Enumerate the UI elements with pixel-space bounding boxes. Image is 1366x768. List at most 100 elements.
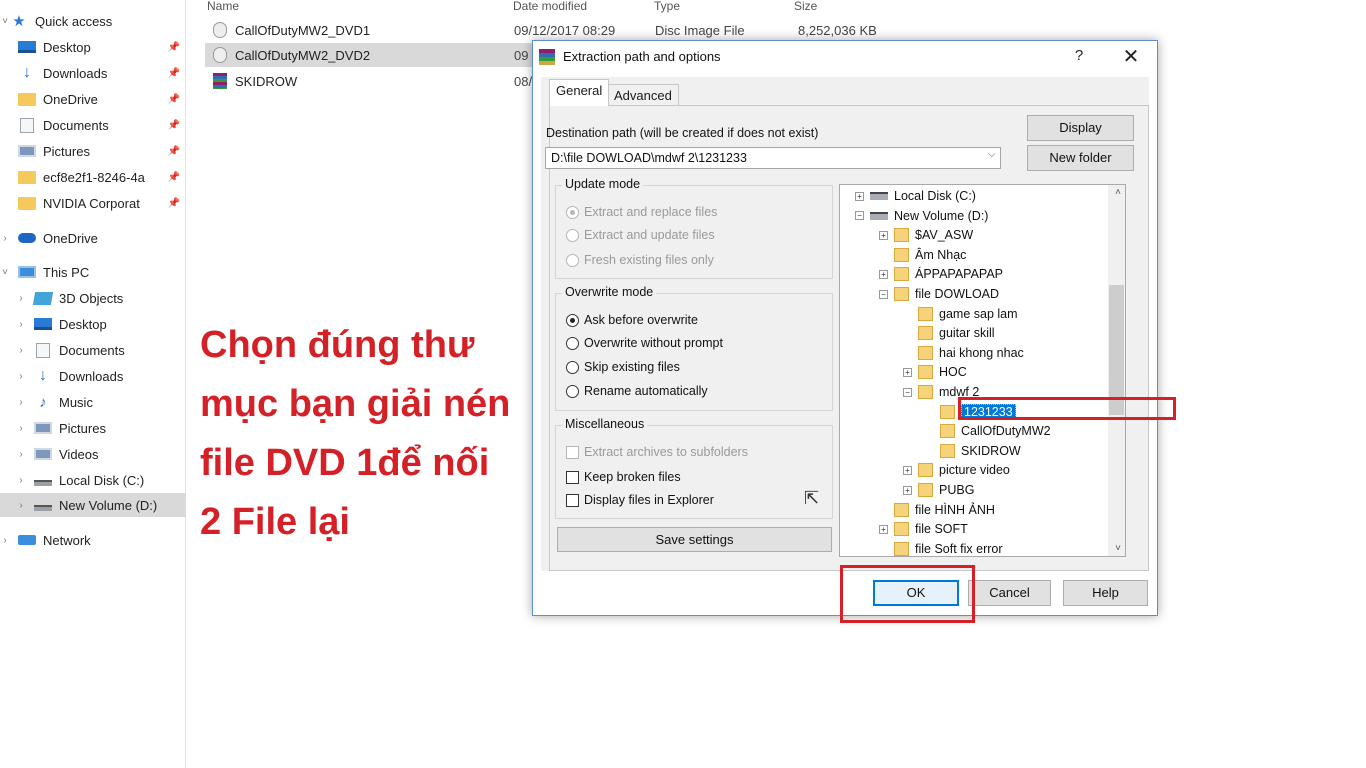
tree-node[interactable]: − file DOWLOAD [879, 285, 999, 303]
checkbox-keep-broken-files[interactable]: Keep broken files [566, 467, 681, 487]
chevron-right-icon[interactable]: › [16, 500, 26, 511]
folder-tree[interactable]: + Local Disk (C:) − New Volume (D:) + $AV_ASW… [839, 184, 1126, 557]
tree-node[interactable]: + PUBG [903, 481, 974, 499]
radio-button[interactable] [566, 384, 579, 398]
nav-item-new-volume-d[interactable]: › New Volume (D:) [0, 493, 186, 517]
help-icon[interactable]: ? [1069, 47, 1089, 64]
expand-icon[interactable]: + [903, 367, 912, 377]
help-button[interactable]: Help [1063, 580, 1148, 606]
close-icon[interactable]: ✕ [1119, 44, 1143, 69]
nav-item-videos[interactable]: › Videos [0, 442, 186, 466]
tree-node[interactable]: + ÁPPAPAPAPAP [879, 265, 1003, 283]
checkbox[interactable] [566, 493, 579, 507]
nav-item-nvidia[interactable]: NVIDIA Corporat 📌 [0, 191, 186, 215]
file-row-selected[interactable]: CallOfDutyMW2_DVD2 [205, 43, 535, 67]
nav-item-desktop[interactable]: Desktop 📌 [0, 35, 186, 59]
collapse-icon[interactable]: − [879, 289, 888, 299]
dialog-titlebar[interactable]: Extraction path and options ? ✕ [533, 41, 1157, 73]
column-name[interactable]: Name [207, 0, 239, 13]
tree-node[interactable]: file HÌNH ẢNH [894, 501, 995, 519]
dropdown-arrow-icon[interactable]: ⌵ [988, 149, 996, 160]
cancel-button[interactable]: Cancel [968, 580, 1051, 606]
tab-general[interactable]: General [549, 79, 610, 106]
nav-quick-access[interactable]: ˅ ★ Quick access [0, 9, 186, 33]
radio-button[interactable] [566, 360, 579, 374]
chevron-right-icon[interactable]: › [16, 397, 26, 408]
chevron-right-icon[interactable]: › [16, 449, 26, 460]
tree-node[interactable]: + Local Disk (C:) [855, 187, 976, 205]
checkbox-extract-to-subfolders[interactable]: Extract archives to subfolders [566, 442, 748, 462]
nav-item-pc-downloads[interactable]: › ↓ Downloads [0, 364, 186, 388]
tree-node[interactable]: file Soft fix error [894, 540, 1003, 556]
chevron-right-icon[interactable]: › [16, 475, 26, 486]
radio-button[interactable] [566, 313, 579, 327]
collapse-icon[interactable]: − [855, 211, 864, 221]
checkbox[interactable] [566, 470, 579, 484]
radio-ask-before-overwrite[interactable]: Ask before overwrite [566, 310, 698, 330]
column-size[interactable]: Size [794, 0, 817, 13]
tree-scrollbar[interactable]: ˄ ˅ [1108, 185, 1125, 556]
expand-icon[interactable]: + [879, 524, 888, 534]
checkbox[interactable] [566, 445, 579, 459]
nav-item-ecf8[interactable]: ecf8e2f1-8246-4a 📌 [0, 165, 186, 189]
tree-node[interactable]: + HOC [903, 363, 967, 381]
radio-extract-replace[interactable]: Extract and replace files [566, 202, 717, 222]
collapse-icon[interactable]: − [903, 387, 912, 397]
chevron-right-icon[interactable]: › [0, 535, 10, 546]
destination-path-input[interactable]: D:\file DOWLOAD\mdwf 2\1231233 [545, 147, 1001, 169]
chevron-right-icon[interactable]: › [16, 371, 26, 382]
nav-item-local-disk-c[interactable]: › Local Disk (C:) [0, 468, 186, 492]
chevron-right-icon[interactable]: › [16, 319, 26, 330]
tree-node[interactable]: Âm Nhạc [894, 246, 966, 264]
tree-node[interactable]: + file SOFT [879, 520, 968, 538]
radio-button[interactable] [566, 253, 579, 267]
chevron-right-icon[interactable]: › [0, 233, 10, 244]
tree-node[interactable]: + $AV_ASW [879, 226, 973, 244]
radio-rename-automatically[interactable]: Rename automatically [566, 381, 708, 401]
chevron-right-icon[interactable]: › [16, 345, 26, 356]
radio-button[interactable] [566, 228, 579, 242]
radio-button[interactable] [566, 336, 579, 350]
nav-item-music[interactable]: › ♪ Music [0, 390, 186, 414]
nav-item-pc-desktop[interactable]: › Desktop [0, 312, 186, 336]
expand-icon[interactable]: + [903, 465, 912, 475]
new-folder-button[interactable]: New folder [1027, 145, 1134, 171]
save-settings-button[interactable]: Save settings [557, 527, 832, 552]
chevron-down-icon[interactable]: ˅ [0, 267, 10, 278]
radio-extract-update[interactable]: Extract and update files [566, 225, 715, 245]
radio-overwrite-without-prompt[interactable]: Overwrite without prompt [566, 333, 723, 353]
tree-node[interactable]: guitar skill [918, 324, 995, 342]
expand-icon[interactable]: + [903, 485, 912, 495]
tree-node[interactable]: hai khong nhac [918, 344, 1024, 362]
column-type[interactable]: Type [654, 0, 680, 13]
nav-onedrive[interactable]: › OneDrive [0, 226, 186, 250]
tree-node[interactable]: SKIDROW [940, 442, 1021, 460]
tab-advanced[interactable]: Advanced [607, 84, 679, 106]
tree-node[interactable]: CallOfDutyMW2 [940, 422, 1051, 440]
column-date-modified[interactable]: Date modified [513, 0, 587, 13]
expand-icon[interactable]: + [855, 191, 864, 201]
display-button[interactable]: Display [1027, 115, 1134, 141]
nav-network[interactable]: › Network [0, 528, 186, 552]
radio-fresh-existing[interactable]: Fresh existing files only [566, 250, 714, 270]
nav-item-pictures[interactable]: Pictures 📌 [0, 139, 186, 163]
chevron-down-icon[interactable]: ˅ [0, 16, 10, 27]
expand-icon[interactable]: + [879, 230, 888, 240]
tree-node[interactable]: + picture video [903, 461, 1010, 479]
tree-node[interactable]: − New Volume (D:) [855, 207, 988, 225]
scroll-up-icon[interactable]: ˄ [1115, 187, 1121, 198]
radio-skip-existing[interactable]: Skip existing files [566, 357, 680, 377]
chevron-right-icon[interactable]: › [16, 293, 26, 304]
nav-item-documents[interactable]: Documents 📌 [0, 113, 186, 137]
checkbox-display-in-explorer[interactable]: Display files in Explorer [566, 490, 714, 510]
nav-item-pc-pictures[interactable]: › Pictures [0, 416, 186, 440]
nav-item-3d-objects[interactable]: › 3D Objects [0, 286, 186, 310]
tree-node[interactable]: game sap lam [918, 305, 1018, 323]
nav-item-downloads[interactable]: ↓ Downloads 📌 [0, 61, 186, 85]
expand-icon[interactable]: + [879, 269, 888, 279]
nav-item-onedrive-pinned[interactable]: OneDrive 📌 [0, 87, 186, 111]
nav-item-pc-documents[interactable]: › Documents [0, 338, 186, 362]
nav-this-pc[interactable]: ˅ This PC [0, 260, 186, 284]
scrollbar-thumb[interactable] [1109, 285, 1124, 415]
chevron-right-icon[interactable]: › [16, 423, 26, 434]
